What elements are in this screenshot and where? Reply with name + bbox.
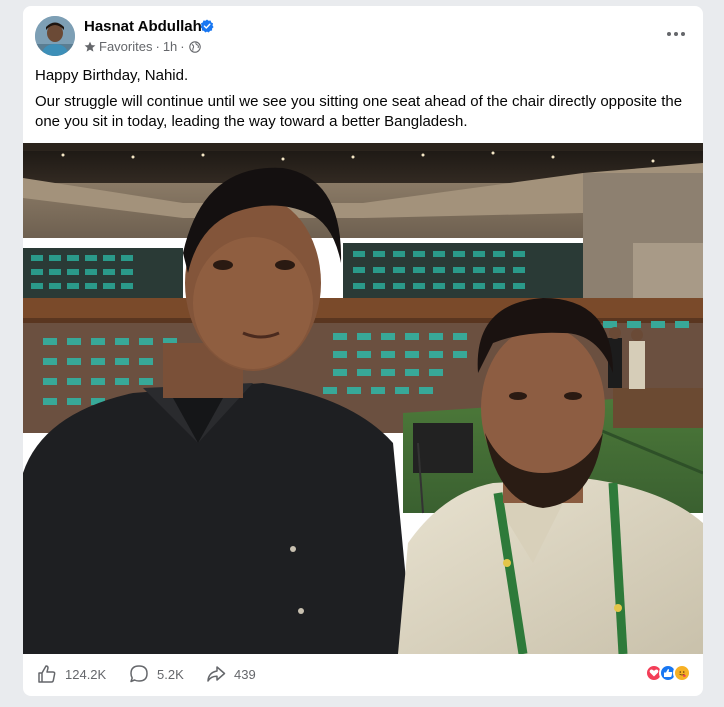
post-text: Happy Birthday, Nahid. Our struggle will… bbox=[35, 66, 695, 138]
post-time[interactable]: 1h bbox=[163, 39, 177, 54]
post-header: Hasnat Abdullah Favorites · 1h · bbox=[23, 6, 703, 64]
meta-separator: · bbox=[180, 39, 185, 54]
more-options-icon[interactable] bbox=[661, 22, 691, 46]
care-reaction-icon bbox=[673, 664, 691, 682]
comment-count: 5.2K bbox=[157, 666, 184, 682]
post-meta: Favorites · 1h · bbox=[84, 39, 201, 54]
share-count: 439 bbox=[234, 666, 256, 682]
like-count: 124.2K bbox=[65, 666, 107, 682]
meta-separator: · bbox=[155, 39, 160, 54]
globe-icon bbox=[188, 40, 201, 53]
post-text-line: Our struggle will continue until we see … bbox=[35, 93, 683, 130]
reactions-summary[interactable] bbox=[645, 664, 691, 682]
author-name[interactable]: Hasnat Abdullah bbox=[84, 18, 202, 35]
comment-button[interactable]: 5.2K bbox=[129, 664, 184, 684]
comment-bubble-icon bbox=[130, 665, 148, 683]
post-card: Hasnat Abdullah Favorites · 1h · Happy B… bbox=[23, 6, 703, 696]
thumbs-up-icon bbox=[38, 665, 56, 683]
verified-badge-icon bbox=[200, 19, 214, 33]
star-icon bbox=[84, 41, 96, 52]
post-text-line: Happy Birthday, Nahid. bbox=[35, 67, 189, 84]
post-photo[interactable] bbox=[23, 143, 703, 654]
share-arrow-icon bbox=[207, 666, 226, 682]
audience-label[interactable]: Favorites bbox=[99, 39, 152, 54]
like-button[interactable]: 124.2K bbox=[37, 664, 106, 684]
post-footer: 124.2K 5.2K 439 bbox=[23, 654, 703, 696]
share-button[interactable]: 439 bbox=[206, 664, 256, 684]
author-avatar[interactable] bbox=[35, 16, 75, 56]
